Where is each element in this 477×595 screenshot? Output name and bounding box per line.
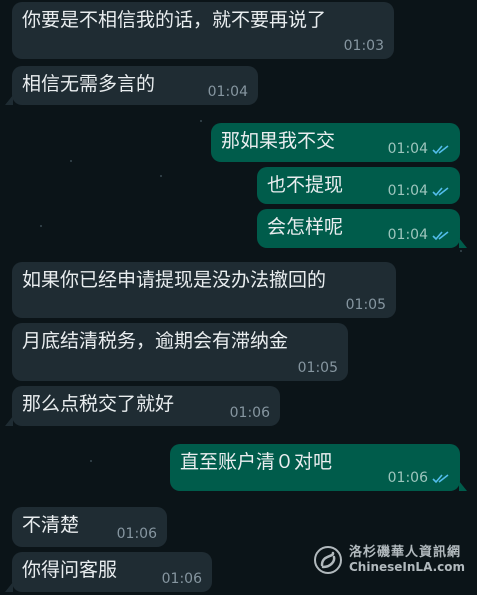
message-time: 01:06: [387, 470, 428, 486]
message-time: 01:06: [229, 405, 270, 421]
message-text: 直至账户清０对吧: [180, 451, 333, 473]
message-text: 你要是不相信我的话，就不要再说了: [22, 9, 327, 31]
watermark-logo-icon: [313, 546, 342, 574]
message-bubble-incoming[interactable]: 不清楚 01:06: [12, 507, 167, 547]
read-double-check-icon: [432, 186, 449, 196]
site-watermark: 洛杉磯華人資訊網 ChineseInLA.com: [313, 545, 465, 575]
message-text: 不清楚: [22, 514, 80, 536]
message-bubble-incoming[interactable]: 你要是不相信我的话，就不要再说了 01:03: [12, 2, 394, 59]
watermark-chinese-text: 洛杉磯華人資訊網: [348, 545, 461, 560]
message-time: 01:03: [343, 38, 384, 54]
background-dot: [160, 175, 162, 177]
message-text: 月底结清税务，逾期会有滞纳金: [22, 330, 289, 352]
message-time: 01:05: [345, 297, 386, 313]
background-dot: [460, 250, 462, 252]
message-bubble-incoming[interactable]: 月底结清税务，逾期会有滞纳金 01:05: [12, 323, 348, 381]
message-time: 01:04: [387, 227, 428, 243]
message-text: 也不提现: [267, 174, 344, 196]
message-time: 01:04: [387, 141, 428, 157]
message-time: 01:05: [297, 360, 338, 376]
message-bubble-outgoing[interactable]: 也不提现 01:04: [257, 167, 460, 204]
message-bubble-incoming[interactable]: 你得问客服 01:06: [5, 552, 212, 592]
message-time: 01:06: [116, 526, 157, 542]
watermark-english-text: ChineseInLA.com: [348, 560, 465, 574]
message-text: 你得问客服: [22, 559, 118, 581]
message-bubble-incoming[interactable]: 如果你已经申请提现是没办法撤回的 01:05: [12, 262, 396, 318]
read-double-check-icon: [432, 473, 449, 483]
message-time: 01:06: [161, 571, 202, 587]
message-text: 会怎样呢: [267, 216, 344, 238]
message-text: 相信无需多言的: [22, 73, 156, 95]
background-dot: [70, 160, 72, 162]
background-dot: [90, 460, 92, 462]
message-bubble-incoming[interactable]: 那么点税交了就好 01:06: [5, 386, 280, 426]
message-text: 那么点税交了就好: [22, 393, 175, 415]
message-bubble-outgoing[interactable]: 会怎样呢 01:04: [257, 209, 467, 248]
background-dot: [40, 225, 42, 227]
message-text: 那如果我不交: [221, 130, 336, 152]
message-time: 01:04: [387, 183, 428, 199]
background-dot: [200, 120, 202, 122]
read-double-check-icon: [432, 230, 449, 240]
message-bubble-incoming[interactable]: 相信无需多言的 01:04: [5, 66, 258, 105]
message-bubble-outgoing[interactable]: 直至账户清０对吧 01:06: [170, 444, 467, 491]
message-time: 01:04: [207, 84, 248, 100]
message-bubble-outgoing[interactable]: 那如果我不交 01:04: [211, 123, 460, 162]
message-text: 如果你已经申请提现是没办法撤回的: [22, 269, 327, 291]
read-double-check-icon: [432, 144, 449, 154]
